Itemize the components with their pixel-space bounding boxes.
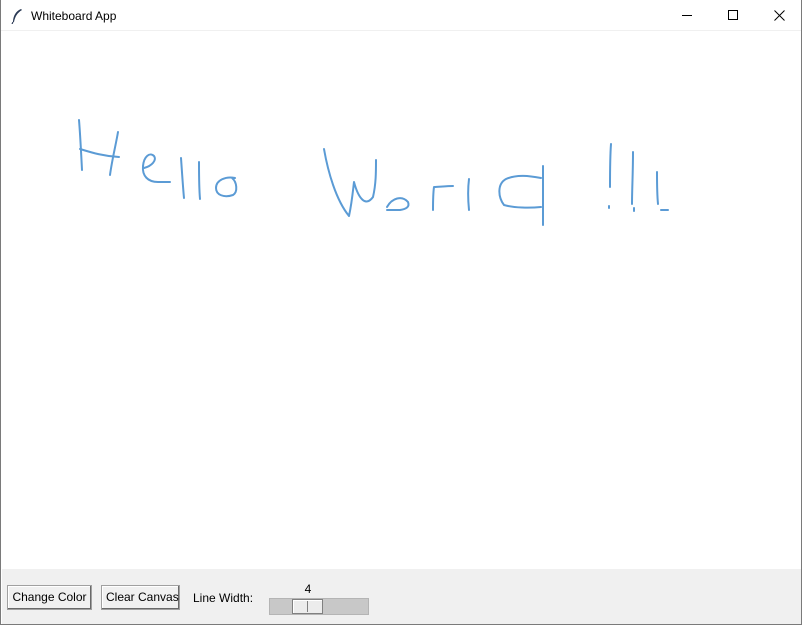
clear-canvas-button[interactable]: Clear Canvas: [101, 585, 180, 610]
stroke-excl1: [609, 143, 612, 188]
stroke-l3: [467, 178, 470, 211]
stroke-o1: [215, 176, 238, 198]
scale-slider-handle[interactable]: [292, 599, 323, 614]
feather-icon: [10, 8, 24, 25]
line-width-scale[interactable]: 4: [268, 579, 370, 619]
minimize-button[interactable]: [664, 0, 710, 31]
stroke-d-bowl: [498, 174, 542, 209]
change-color-button[interactable]: Change Color: [7, 585, 92, 610]
stroke-W: [323, 148, 377, 217]
maximize-icon: [727, 10, 739, 21]
bottom-toolbar: Change Color Clear Canvas Line Width: 4: [2, 569, 801, 624]
stroke-e: [141, 153, 171, 183]
stroke-excl2: [631, 151, 634, 205]
maximize-button[interactable]: [710, 0, 756, 31]
stroke-l2: [198, 161, 201, 200]
app-window: Whiteboard App Change Color Clear Canvas…: [0, 0, 802, 625]
window-title: Whiteboard App: [31, 9, 117, 23]
stroke-H-right: [109, 131, 119, 176]
handwriting-drawing: [78, 119, 669, 226]
stroke-excl3: [656, 171, 659, 205]
title-bar[interactable]: Whiteboard App: [1, 0, 801, 31]
slider-grip: [307, 601, 308, 612]
line-width-label: Line Width:: [193, 591, 254, 605]
minimize-icon: [681, 10, 693, 21]
stroke-H-left: [78, 119, 83, 171]
close-button[interactable]: [756, 0, 802, 31]
close-icon: [773, 10, 785, 21]
stroke-o2: [386, 197, 410, 211]
drawing-canvas[interactable]: [2, 32, 801, 569]
stroke-l1: [180, 157, 185, 199]
line-width-value: 4: [304, 582, 312, 596]
stroke-r: [432, 185, 454, 211]
